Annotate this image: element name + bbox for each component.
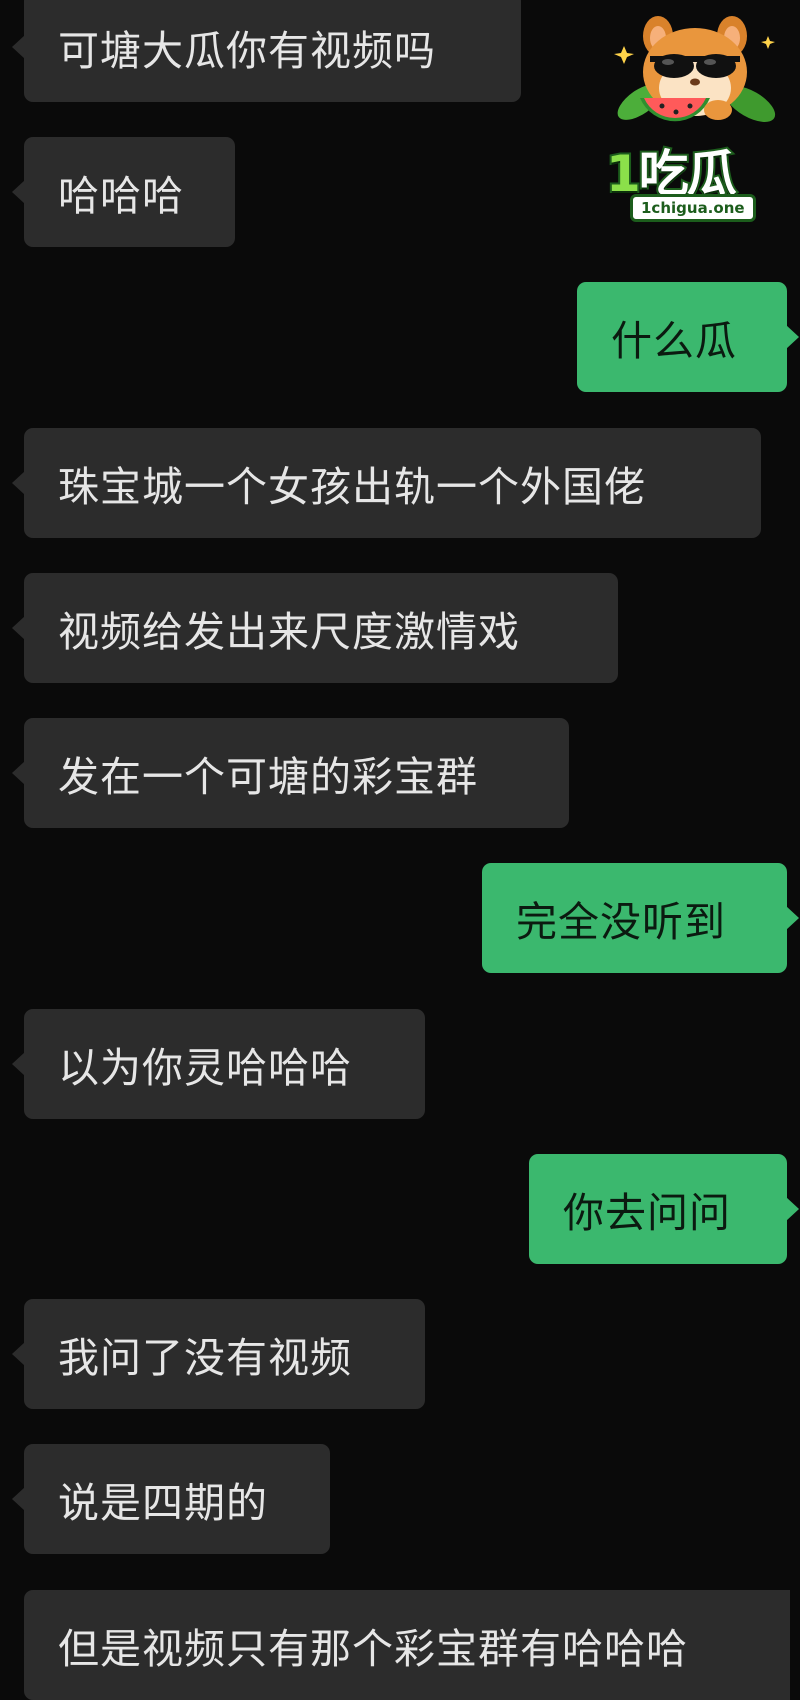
incoming-message-bubble[interactable]: 但是视频只有那个彩宝群有哈哈哈 [24, 1590, 790, 1700]
message-text: 什么瓜 [611, 317, 737, 365]
outgoing-message-bubble[interactable]: 你去问问 [529, 1154, 799, 1264]
hamster-mascot-icon [614, 16, 776, 122]
incoming-message-bubble[interactable]: 说是四期的 [12, 1444, 330, 1554]
message-text: 珠宝城一个女孩出轨一个外国佬 [58, 463, 646, 511]
fade-overlay [720, 1590, 790, 1700]
incoming-message-bubble[interactable]: 哈哈哈 [12, 137, 235, 247]
message-text: 发在一个可塘的彩宝群 [58, 753, 478, 801]
watermark-logo: 1吃瓜 1chigua.one [600, 6, 790, 236]
outgoing-message-bubble[interactable]: 完全没听到 [482, 863, 799, 973]
incoming-message-bubble[interactable]: 以为你灵哈哈哈 [12, 1009, 425, 1119]
message-text: 视频给发出来尺度激情戏 [58, 608, 520, 656]
message-text: 可塘大瓜你有视频吗 [58, 27, 436, 75]
incoming-message-bubble[interactable]: 发在一个可塘的彩宝群 [12, 718, 569, 828]
message-text: 你去问问 [563, 1189, 731, 1237]
incoming-message-bubble[interactable]: 我问了没有视频 [12, 1299, 425, 1409]
chat-thread[interactable]: 可塘大瓜你有视频吗 哈哈哈 什么瓜 珠宝城一个女孩出轨一个外国佬 视频给发出来尺… [0, 0, 800, 1700]
message-text: 我问了没有视频 [58, 1334, 352, 1382]
outgoing-message-bubble[interactable]: 什么瓜 [577, 282, 799, 392]
message-text: 完全没听到 [516, 898, 726, 946]
incoming-message-bubble[interactable]: 视频给发出来尺度激情戏 [12, 573, 618, 683]
message-text: 以为你灵哈哈哈 [58, 1044, 352, 1092]
incoming-message-bubble[interactable]: 珠宝城一个女孩出轨一个外国佬 [12, 428, 761, 538]
incoming-message-bubble[interactable]: 可塘大瓜你有视频吗 [12, 0, 521, 102]
message-text: 说是四期的 [58, 1479, 268, 1527]
watermark-url: 1chigua.one [630, 194, 756, 222]
message-text: 哈哈哈 [58, 172, 184, 220]
message-text: 但是视频只有那个彩宝群有哈哈哈 [58, 1625, 688, 1673]
